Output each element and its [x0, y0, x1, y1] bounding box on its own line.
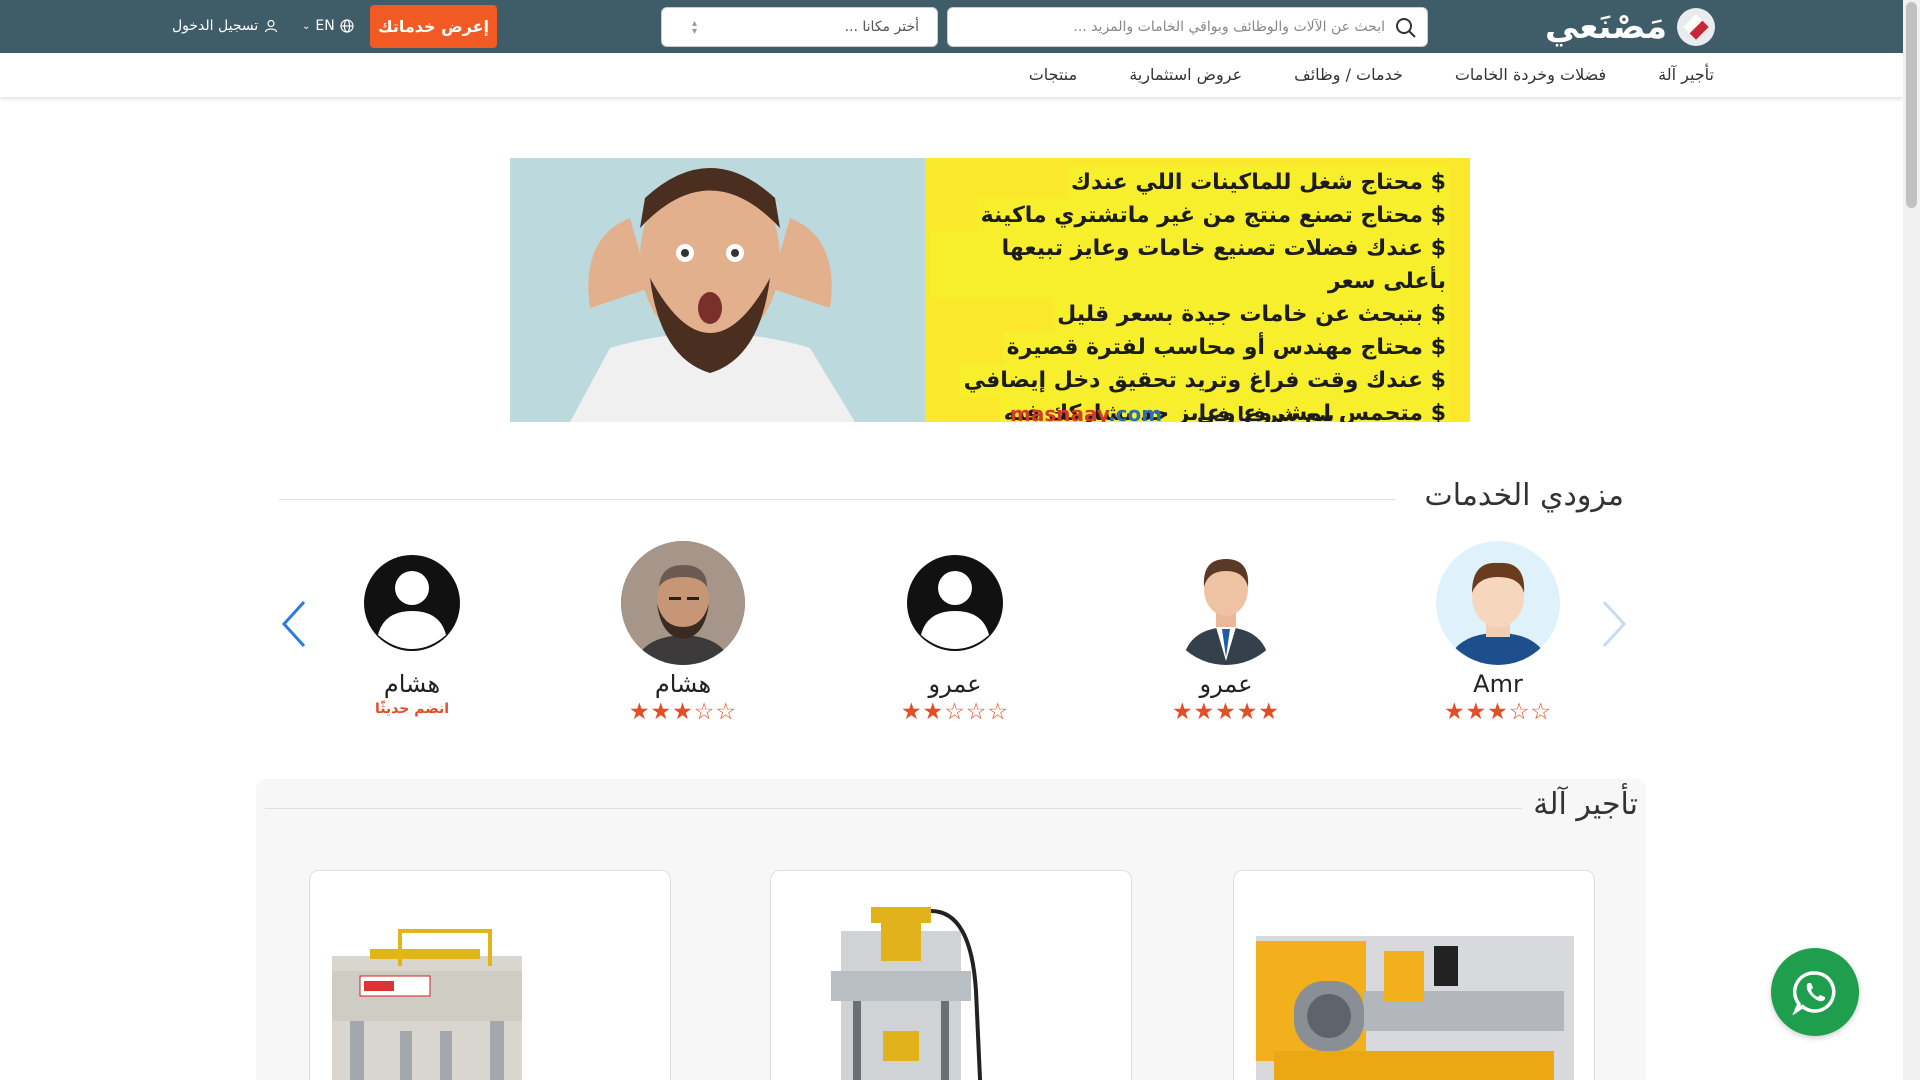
provider-card[interactable]: عمرو ★★☆☆☆: [875, 541, 1035, 725]
main-nav: تأجير آلة فضلات وخردة الخامات خدمات / وظ…: [0, 53, 1903, 97]
provider-card[interactable]: هشام ★★★☆☆: [603, 541, 763, 725]
banner-photo: [510, 158, 925, 422]
provider-name: عمرو: [1199, 670, 1253, 698]
globe-icon: [340, 19, 354, 33]
nav-item-machine-rental[interactable]: تأجير آلة: [1658, 65, 1714, 84]
rating-stars: ★★☆☆☆: [900, 699, 1010, 725]
nav-item-scrap-materials[interactable]: فضلات وخردة الخامات: [1455, 65, 1606, 84]
nav-item-services-jobs[interactable]: خدمات / وظائف: [1294, 65, 1403, 84]
user-icon: [265, 19, 278, 33]
new-member-badge: انضم حديثًا: [374, 701, 450, 717]
provider-name: هشام: [383, 670, 441, 698]
offer-services-button[interactable]: إعرض خدماتك: [370, 5, 497, 48]
provider-card[interactable]: Amr ★★★☆☆: [1418, 541, 1578, 725]
select-arrows-icon: ▴ ▾: [692, 18, 698, 37]
whatsapp-button[interactable]: [1771, 948, 1859, 1036]
avatar: [893, 541, 1017, 665]
language-switcher[interactable]: ⌄ EN: [302, 16, 354, 36]
search-icon: [1396, 18, 1416, 38]
rentals-title: تأجير آلة: [1533, 787, 1638, 822]
login-link[interactable]: تسجيل الدخول: [172, 16, 278, 36]
search-placeholder: ابحث عن الآلات والوظائف وبواقي الخامات و…: [1073, 19, 1385, 35]
provider-name: هشام: [654, 670, 712, 698]
nav-item-products[interactable]: منتجات: [1029, 65, 1078, 84]
rating-stars: ★★★☆☆: [1443, 699, 1553, 725]
avatar: [1164, 541, 1288, 665]
nav-item-investment-offers[interactable]: عروض استثمارية: [1129, 65, 1242, 84]
provider-name: عمرو: [928, 670, 982, 698]
banner-line: $ محتاج مهندس أو محاسب لفترة قصيرة: [1002, 331, 1450, 364]
machine-image: [771, 871, 1131, 1080]
logo-text: مَصْنَعي: [1544, 7, 1668, 47]
machine-image: [310, 871, 670, 1080]
banner-url-domain: masnaay: [1010, 402, 1109, 422]
banner-text: $ محتاج شغل للماكينات اللي عندك $ محتاج …: [930, 166, 1460, 422]
location-select[interactable]: أختر مكانا ... ▴ ▾: [661, 7, 938, 47]
banner-line: $ بتبحث عن خامات جيدة بسعر قليل: [1053, 298, 1450, 331]
rating-stars: ★★★☆☆: [628, 699, 738, 725]
machine-card[interactable]: [770, 870, 1132, 1080]
chevron-down-icon: ⌄: [302, 20, 311, 32]
provider-card[interactable]: عمرو ★★★★★: [1146, 541, 1306, 725]
site-logo[interactable]: مَصْنَعي: [1545, 6, 1715, 48]
top-bar: مَصْنَعي ابحث عن الآلات والوظائف وبواقي …: [0, 0, 1903, 53]
whatsapp-icon: [1792, 971, 1836, 1015]
language-label: EN: [315, 18, 335, 34]
banner-url-trailing: بيع شرفنا في: [1196, 402, 1335, 422]
banner-line: $ عندك فضلات تصنيع خامات وعايز تبيعها بأ…: [930, 232, 1450, 298]
logo-mark-icon: [1677, 8, 1715, 46]
scrollbar-thumb[interactable]: [1906, 2, 1917, 208]
avatar: [621, 541, 745, 665]
location-placeholder: أختر مكانا ...: [844, 19, 919, 35]
rentals-divider: [265, 808, 1522, 809]
banner-line: $ محتاج تصنع منتج من غير ماتشتري ماكينة: [976, 199, 1450, 232]
chevron-left-icon[interactable]: [280, 600, 308, 648]
rating-stars: ★★★★★: [1171, 699, 1281, 725]
banner-url-tld: .com: [1108, 402, 1163, 422]
providers-divider: [279, 499, 1395, 500]
promo-banner[interactable]: $ محتاج شغل للماكينات اللي عندك $ محتاج …: [510, 158, 1470, 422]
machine-image: [1234, 871, 1594, 1080]
banner-url: بيع شرفنا في masnaay.com: [1010, 402, 1334, 422]
machine-card[interactable]: [309, 870, 671, 1080]
banner-line: $ محتاج شغل للماكينات اللي عندك: [1066, 166, 1450, 199]
providers-title: مزودي الخدمات: [1424, 478, 1624, 513]
chevron-right-icon[interactable]: [1600, 600, 1628, 648]
provider-card[interactable]: هشام انضم حديثًا: [332, 541, 492, 717]
login-label: تسجيل الدخول: [172, 18, 259, 34]
provider-name: Amr: [1473, 670, 1523, 698]
search-input[interactable]: ابحث عن الآلات والوظائف وبواقي الخامات و…: [947, 7, 1428, 47]
banner-line: $ عندك وقت فراغ وتريد تحقيق دخل إيضافي: [959, 364, 1450, 397]
machine-card[interactable]: [1233, 870, 1595, 1080]
avatar: [1436, 541, 1560, 665]
avatar: [350, 541, 474, 665]
